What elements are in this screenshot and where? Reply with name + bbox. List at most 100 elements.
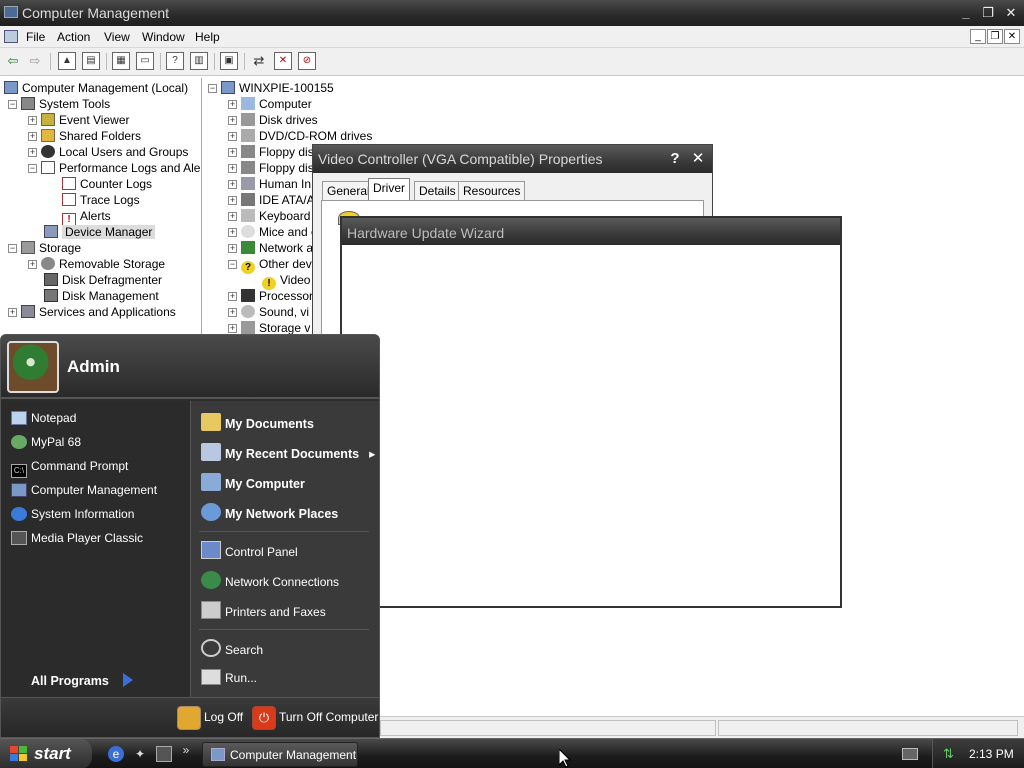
tree-event-viewer[interactable]: + Event Viewer <box>28 112 129 128</box>
expand-icon[interactable]: + <box>228 148 237 157</box>
place-my-computer[interactable]: My Computer <box>201 473 305 491</box>
start-button[interactable]: start <box>0 739 92 768</box>
disable-device-icon[interactable]: ⊘ <box>298 52 316 70</box>
tab-details[interactable]: Details <box>414 181 461 200</box>
place-search[interactable]: Search <box>201 639 263 657</box>
collapse-icon[interactable]: − <box>8 100 17 109</box>
collapse-icon[interactable]: − <box>8 244 17 253</box>
expand-icon[interactable]: + <box>28 132 37 141</box>
expand-icon[interactable]: + <box>28 148 37 157</box>
place-my-documents[interactable]: My Documents <box>201 413 314 431</box>
place-my-recent-documents[interactable]: My Recent Documents ▸ <box>201 443 375 461</box>
device-network[interactable]: + Network a <box>228 240 313 256</box>
close-button[interactable]: ✕ <box>1001 3 1021 23</box>
network-tray-icon[interactable]: ⇅ <box>943 746 959 762</box>
tree-trace-logs[interactable]: Trace Logs <box>62 192 140 208</box>
keyboard-tray-icon[interactable] <box>902 748 918 760</box>
tree-disk-management[interactable]: Disk Management <box>44 288 159 304</box>
up-folder-icon[interactable]: ▲ <box>58 52 76 70</box>
expand-icon[interactable]: + <box>228 212 237 221</box>
quick-launch-icon[interactable]: ✦ <box>132 746 148 762</box>
avatar[interactable] <box>7 341 59 393</box>
tree-services-applications[interactable]: + Services and Applications <box>8 304 176 320</box>
device-processor[interactable]: + Processor <box>228 288 313 304</box>
expand-icon[interactable]: + <box>8 308 17 317</box>
log-off-button[interactable]: Log Off <box>204 710 243 724</box>
expand-icon[interactable]: + <box>228 324 237 333</box>
tree-root[interactable]: Computer Management (Local) <box>4 80 188 96</box>
tree-performance-logs[interactable]: − Performance Logs and Alerts <box>28 160 201 176</box>
mdi-minimize-button[interactable]: _ <box>970 29 986 44</box>
mdi-document-icon[interactable] <box>4 30 18 43</box>
menu-window[interactable]: Window <box>142 30 185 44</box>
expand-icon[interactable]: + <box>228 100 237 109</box>
place-control-panel[interactable]: Control Panel <box>201 541 298 559</box>
device-human-interface[interactable]: + Human In <box>228 176 311 192</box>
tab-general[interactable]: General <box>322 181 375 200</box>
update-driver-icon[interactable]: ⇄ <box>250 52 268 70</box>
console-tree-icon[interactable]: ▥ <box>190 52 208 70</box>
main-window-titlebar[interactable]: Computer Management _ ❐ ✕ <box>0 0 1024 26</box>
program-notepad[interactable]: Notepad <box>11 411 76 425</box>
expand-icon[interactable]: + <box>28 116 37 125</box>
tree-local-users[interactable]: + Local Users and Groups <box>28 144 188 160</box>
media-player-icon[interactable] <box>156 746 172 762</box>
device-floppy-1[interactable]: + Floppy dis <box>228 144 314 160</box>
menu-view[interactable]: View <box>104 30 130 44</box>
device-tree-root[interactable]: − WINXPIE-100155 <box>208 80 334 96</box>
mdi-close-button[interactable]: ✕ <box>1004 29 1020 44</box>
taskbar-computer-management[interactable]: Computer Management <box>202 742 358 767</box>
collapse-icon[interactable]: − <box>28 164 37 173</box>
uninstall-device-icon[interactable]: ✕ <box>274 52 292 70</box>
expand-icon[interactable]: + <box>228 116 237 125</box>
program-media-player-classic[interactable]: Media Player Classic <box>11 531 143 545</box>
device-video[interactable]: ! Video <box>262 272 310 290</box>
expand-icon[interactable]: + <box>228 180 237 189</box>
tree-removable-storage[interactable]: + Removable Storage <box>28 256 165 272</box>
expand-icon[interactable]: + <box>228 244 237 253</box>
tree-counter-logs[interactable]: Counter Logs <box>62 176 152 192</box>
tab-driver[interactable]: Driver <box>368 178 410 200</box>
collapse-icon[interactable]: − <box>208 84 217 93</box>
tree-alerts[interactable]: ! Alerts <box>62 208 111 226</box>
expand-icon[interactable]: + <box>228 132 237 141</box>
expand-icon[interactable]: + <box>228 292 237 301</box>
turn-off-button[interactable]: Turn Off Computer <box>279 710 378 724</box>
device-other[interactable]: −? Other dev <box>228 256 312 274</box>
program-mypal[interactable]: MyPal 68 <box>11 435 81 449</box>
device-floppy-2[interactable]: + Floppy dis <box>228 160 314 176</box>
power-icon[interactable]: ⏻ <box>252 706 276 730</box>
all-programs-button[interactable]: All Programs <box>31 673 133 688</box>
help-button[interactable]: ? <box>665 149 685 169</box>
device-disk-drives[interactable]: + Disk drives <box>228 112 318 128</box>
clock[interactable]: 2:13 PM <box>969 747 1014 761</box>
program-computer-management[interactable]: Computer Management <box>11 483 157 497</box>
device-computer[interactable]: + Computer <box>228 96 312 112</box>
print-icon[interactable]: ▭ <box>136 52 154 70</box>
mdi-restore-button[interactable]: ❐ <box>987 29 1003 44</box>
back-icon[interactable]: ⇦ <box>4 52 22 70</box>
device-dvd-drives[interactable]: + DVD/CD-ROM drives <box>228 128 372 144</box>
collapse-icon[interactable]: − <box>228 260 237 269</box>
expand-icon[interactable]: + <box>28 260 37 269</box>
menu-file[interactable]: File <box>26 30 45 44</box>
expand-icon[interactable]: + <box>228 164 237 173</box>
tree-disk-defragmenter[interactable]: Disk Defragmenter <box>44 272 162 288</box>
expand-icon[interactable]: + <box>228 308 237 317</box>
expand-icon[interactable]: + <box>228 196 237 205</box>
tree-shared-folders[interactable]: + Shared Folders <box>28 128 141 144</box>
internet-explorer-icon[interactable]: e <box>108 746 124 762</box>
program-system-information[interactable]: System Information <box>11 507 134 521</box>
device-ide-ata[interactable]: + IDE ATA/A <box>228 192 315 208</box>
place-my-network-places[interactable]: My Network Places <box>201 503 338 521</box>
close-button[interactable]: ✕ <box>688 149 708 169</box>
forward-icon[interactable]: ⇨ <box>26 52 44 70</box>
place-run[interactable]: Run... <box>201 669 257 685</box>
expand-icon[interactable]: + <box>228 228 237 237</box>
log-off-icon[interactable] <box>177 706 201 730</box>
tab-resources[interactable]: Resources <box>458 181 526 200</box>
menu-action[interactable]: Action <box>57 30 90 44</box>
tree-storage[interactable]: − Storage <box>8 240 81 256</box>
minimize-button[interactable]: _ <box>956 3 976 23</box>
tree-system-tools[interactable]: − System Tools <box>8 96 110 112</box>
